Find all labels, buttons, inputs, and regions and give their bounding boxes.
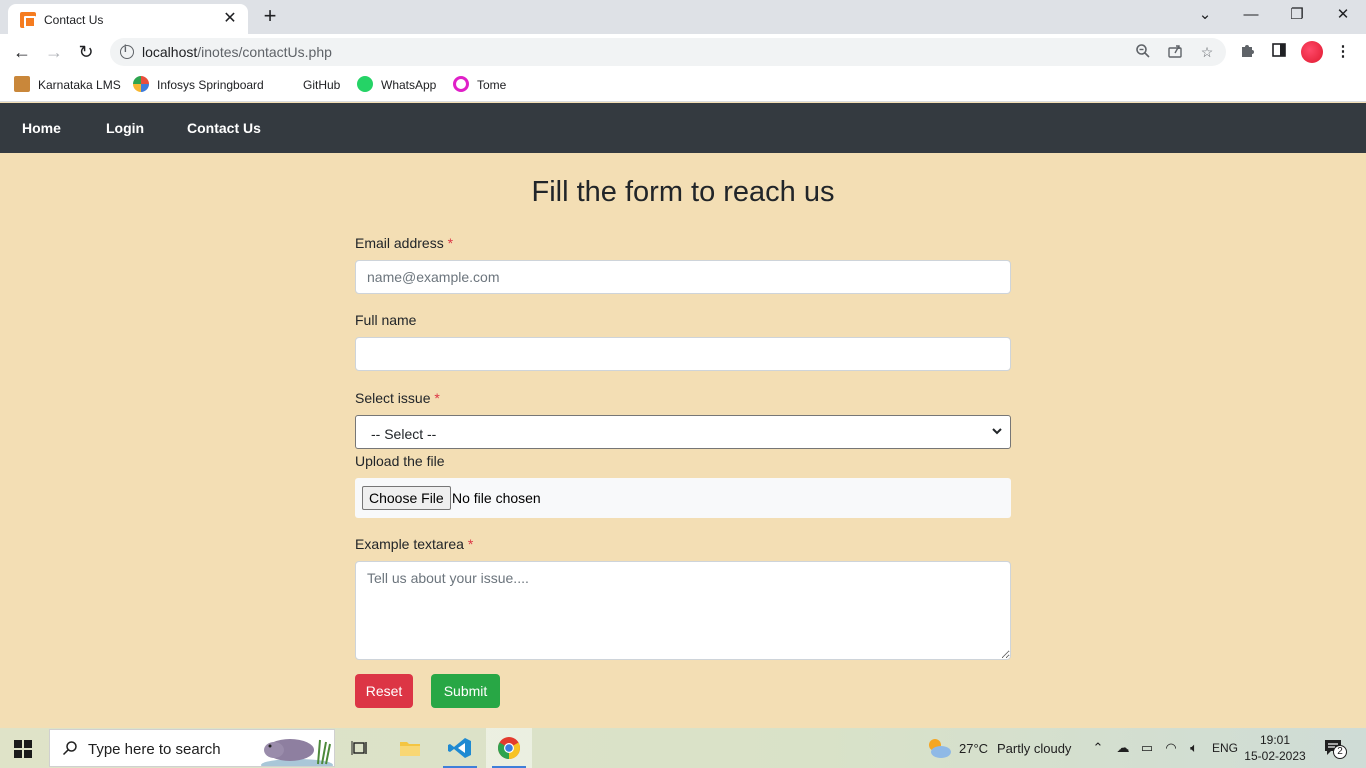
search-icon	[62, 741, 77, 756]
clock-date: 15-02-2023	[1244, 749, 1306, 763]
site-info-icon[interactable]	[120, 44, 134, 59]
upload-label: Upload the file	[355, 453, 445, 469]
chevron-down-icon	[992, 428, 1002, 435]
clock[interactable]: 19:01 15-02-2023	[1244, 732, 1306, 764]
submit-button[interactable]: Submit	[431, 674, 500, 708]
nav-login[interactable]: Login	[106, 120, 144, 136]
search-placeholder: Type here to search	[88, 741, 221, 758]
chrome-icon[interactable]	[486, 728, 532, 768]
xampp-favicon-icon	[20, 12, 36, 28]
karnataka-lms-icon	[14, 76, 30, 92]
battery-icon[interactable]: ▭	[1138, 740, 1156, 756]
email-label: Email address *	[355, 235, 454, 251]
profile-avatar[interactable]	[1301, 41, 1323, 63]
address-bar[interactable]: localhost/inotes/contactUs.php ☆	[110, 38, 1226, 66]
bookmark-whatsapp[interactable]: WhatsApp	[381, 77, 436, 95]
issue-textarea[interactable]	[355, 561, 1011, 660]
file-status: No file chosen	[452, 490, 541, 506]
bookmark-karnataka-lms[interactable]: Karnataka LMS	[38, 77, 121, 95]
bookmark-infosys-springboard[interactable]: Infosys Springboard	[157, 77, 264, 95]
volume-icon[interactable]: 🔈︎	[1185, 740, 1203, 756]
site-navbar: Home Login Contact Us	[0, 103, 1366, 153]
windows-start-icon[interactable]	[14, 740, 32, 758]
wifi-icon[interactable]: ◠	[1162, 740, 1180, 756]
taskbar-search-box[interactable]: Type here to search	[49, 729, 335, 767]
weather-temp[interactable]: 27°C	[959, 741, 988, 756]
zoom-icon[interactable]	[1134, 43, 1152, 61]
vscode-icon[interactable]	[437, 728, 483, 768]
bookmarks-bar: Karnataka LMS Infosys Springboard GitHub…	[0, 70, 1366, 102]
browser-toolbar: ← → ↻ localhost/inotes/contactUs.php ☆ ⋮	[0, 34, 1366, 70]
choose-file-button[interactable]: Choose File	[362, 486, 451, 510]
file-input[interactable]: Choose File No file chosen	[355, 478, 1011, 518]
email-field[interactable]	[355, 260, 1011, 294]
forward-arrow-icon[interactable]: →	[42, 40, 66, 64]
back-arrow-icon[interactable]: ←	[10, 40, 34, 64]
minimize-button[interactable]: —	[1237, 4, 1265, 26]
side-panel-icon[interactable]	[1269, 42, 1289, 62]
reload-icon[interactable]: ↻	[74, 40, 98, 64]
browser-tab[interactable]: Contact Us ✕	[8, 4, 248, 34]
fullname-label: Full name	[355, 312, 417, 328]
windows-taskbar: Type here to search 27°C Partly cloudy ⌃…	[0, 728, 1366, 768]
weather-condition[interactable]: Partly cloudy	[997, 741, 1071, 756]
chevron-up-icon[interactable]: ⌃	[1089, 740, 1107, 756]
notification-center-icon[interactable]: 2	[1324, 739, 1347, 759]
issue-select[interactable]: -- Select --	[355, 415, 1011, 449]
infosys-springboard-icon	[133, 76, 149, 92]
close-window-button[interactable]: ✕	[1329, 4, 1357, 26]
share-icon[interactable]	[1166, 43, 1184, 61]
file-explorer-icon[interactable]	[387, 728, 433, 768]
nav-home[interactable]: Home	[22, 120, 61, 136]
clock-time: 19:01	[1259, 733, 1291, 747]
tab-close-icon[interactable]: ✕	[220, 9, 240, 29]
task-view-icon[interactable]	[337, 728, 383, 768]
tome-icon	[453, 76, 469, 92]
issue-select-value: -- Select --	[371, 426, 437, 442]
notification-count: 2	[1333, 745, 1347, 759]
textarea-label: Example textarea *	[355, 536, 474, 552]
fullname-field[interactable]	[355, 337, 1011, 371]
new-tab-button[interactable]: +	[258, 4, 282, 28]
partly-cloudy-weather-icon	[929, 739, 951, 758]
reset-button[interactable]: Reset	[355, 674, 413, 708]
bookmark-github[interactable]: GitHub	[303, 77, 340, 95]
browser-tab-strip: Contact Us ✕ + ⌄ — ❐ ✕	[0, 0, 1366, 34]
onedrive-cloud-icon[interactable]: ☁	[1114, 740, 1132, 756]
bookmark-star-icon[interactable]: ☆	[1198, 43, 1216, 61]
url-text[interactable]: localhost/inotes/contactUs.php	[142, 44, 332, 60]
nav-contact-us[interactable]: Contact Us	[187, 120, 261, 136]
hippo-illustration-icon	[261, 739, 333, 766]
language-indicator[interactable]: ENG	[1212, 741, 1238, 755]
restore-button[interactable]: ❐	[1283, 4, 1311, 26]
tab-title: Contact Us	[44, 13, 104, 27]
page-title: Fill the form to reach us	[531, 176, 835, 208]
bookmark-tome[interactable]: Tome	[477, 77, 506, 95]
menu-kebab-icon[interactable]: ⋮	[1333, 42, 1353, 62]
issue-label: Select issue *	[355, 390, 440, 406]
whatsapp-icon	[357, 76, 373, 92]
tab-search-icon[interactable]: ⌄	[1191, 4, 1219, 26]
extensions-icon[interactable]	[1237, 42, 1257, 62]
